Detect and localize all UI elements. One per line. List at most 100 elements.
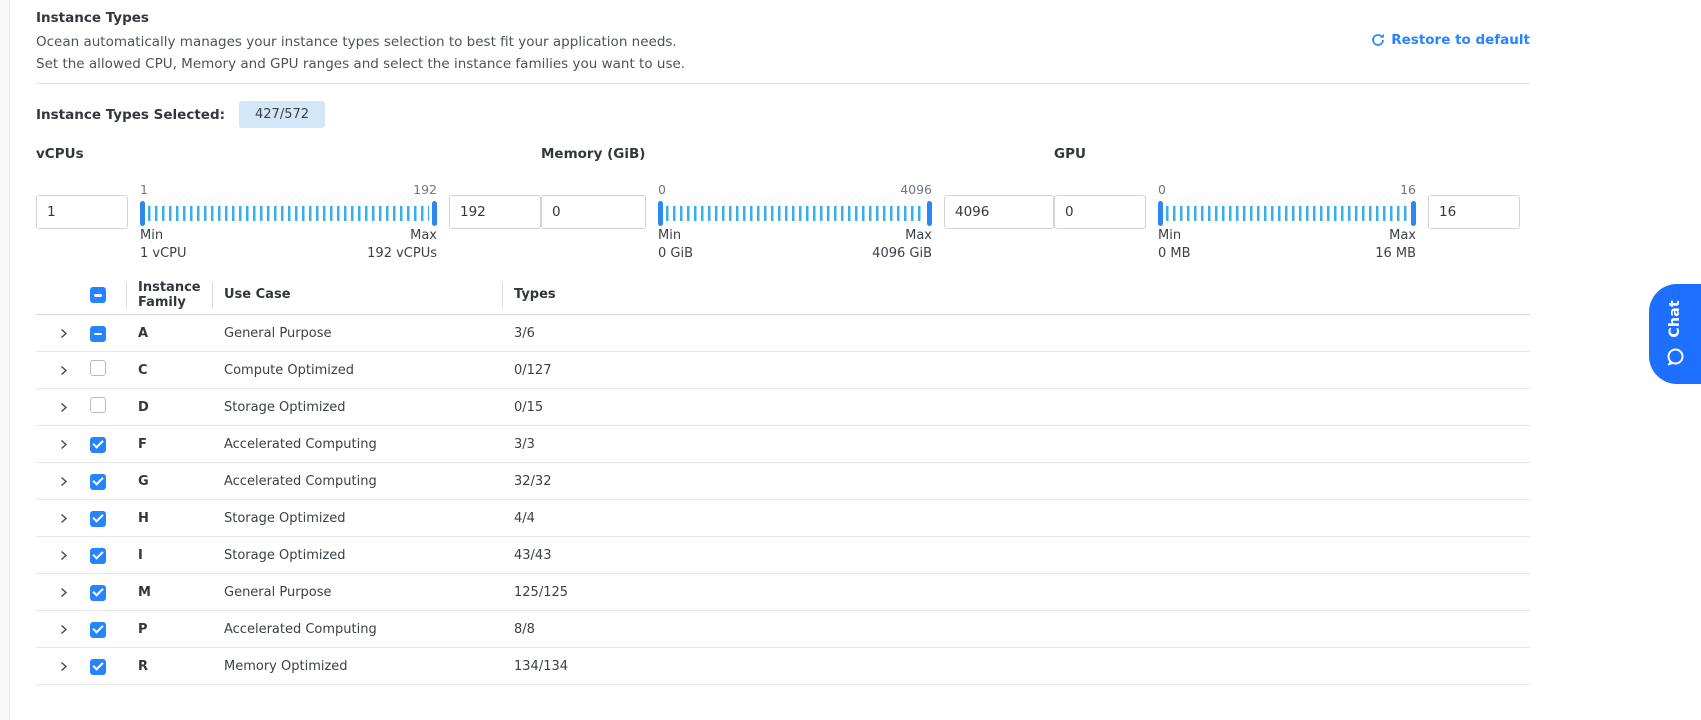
- gpu-scale-labels: 0 16: [1158, 182, 1416, 197]
- table-header-row: Instance Family Use Case Types: [36, 275, 1530, 315]
- gpu-scale-min: 0: [1158, 182, 1166, 197]
- select-all-checkbox[interactable]: [90, 287, 106, 303]
- expand-chevron-icon[interactable]: [58, 513, 69, 524]
- vcpus-slider-track[interactable]: [140, 200, 437, 226]
- table-row[interactable]: I Storage Optimized 43/43: [36, 537, 1530, 574]
- memory-max-input[interactable]: [944, 195, 1054, 229]
- table-row[interactable]: D Storage Optimized 0/15: [36, 389, 1530, 426]
- vcpus-max-input[interactable]: [449, 195, 541, 229]
- types-count-value: 3/3: [502, 437, 1530, 452]
- memory-min-input[interactable]: [541, 195, 646, 229]
- use-case-value: Compute Optimized: [212, 363, 502, 378]
- types-count-value: 125/125: [502, 585, 1530, 600]
- chat-widget-tab[interactable]: Chat: [1649, 284, 1701, 384]
- table-row[interactable]: F Accelerated Computing 3/3: [36, 426, 1530, 463]
- expand-chevron-icon[interactable]: [58, 476, 69, 487]
- row-checkbox[interactable]: [90, 548, 106, 564]
- expand-chevron-icon[interactable]: [58, 439, 69, 450]
- vcpus-min-input[interactable]: [36, 195, 128, 229]
- gpu-minmax-labels: Min Max: [1158, 228, 1416, 243]
- vcpus-max-handle[interactable]: [432, 201, 437, 226]
- header-text-block: Instance Types Ocean automatically manag…: [36, 10, 685, 75]
- selected-count-badge: 427/572: [239, 101, 325, 128]
- gpu-max-label: Max: [1389, 228, 1416, 243]
- chat-bubble-icon: [1664, 346, 1686, 368]
- use-case-value: Accelerated Computing: [212, 437, 502, 452]
- table-row[interactable]: H Storage Optimized 4/4: [36, 500, 1530, 537]
- table-row[interactable]: C Compute Optimized 0/127: [36, 352, 1530, 389]
- instance-family-value: G: [126, 474, 212, 489]
- row-checkbox[interactable]: [90, 585, 106, 601]
- table-row[interactable]: P Accelerated Computing 8/8: [36, 611, 1530, 648]
- row-checkbox[interactable]: [90, 474, 106, 490]
- types-count-value: 0/15: [502, 400, 1530, 415]
- row-checkbox[interactable]: [90, 397, 106, 413]
- use-case-value: General Purpose: [212, 585, 502, 600]
- gpu-slider-ticks[interactable]: [1166, 206, 1408, 221]
- expand-chevron-icon[interactable]: [58, 587, 69, 598]
- memory-min-label: Min: [658, 228, 681, 243]
- memory-max-label: Max: [905, 228, 932, 243]
- memory-slider-track[interactable]: [658, 200, 932, 226]
- gpu-max-sub: 16 MB: [1375, 246, 1416, 261]
- types-count-value: 8/8: [502, 622, 1530, 637]
- vcpus-min-handle[interactable]: [140, 201, 145, 226]
- instance-family-value: P: [126, 622, 212, 637]
- header-types: Types: [502, 287, 1530, 302]
- chat-label: Chat: [1667, 300, 1683, 338]
- table-row[interactable]: M General Purpose 125/125: [36, 574, 1530, 611]
- table-body: A General Purpose 3/6 C Compute Optimize…: [36, 315, 1530, 685]
- types-count-value: 134/134: [502, 659, 1530, 674]
- gpu-max-input[interactable]: [1428, 195, 1520, 229]
- section-header: Instance Types Ocean automatically manag…: [36, 10, 1530, 75]
- memory-max-sub: 4096 GiB: [872, 246, 932, 261]
- expand-chevron-icon[interactable]: [58, 402, 69, 413]
- vcpus-scale-max: 192: [413, 182, 437, 197]
- gpu-min-input[interactable]: [1054, 195, 1146, 229]
- instance-families-table: Instance Family Use Case Types A General…: [36, 275, 1530, 685]
- restore-to-default-label: Restore to default: [1391, 32, 1530, 48]
- memory-slider-ticks[interactable]: [666, 206, 924, 221]
- row-checkbox[interactable]: [90, 659, 106, 675]
- expand-chevron-icon[interactable]: [58, 365, 69, 376]
- types-count-value: 32/32: [502, 474, 1530, 489]
- expand-chevron-icon[interactable]: [58, 661, 69, 672]
- instance-family-value: R: [126, 659, 212, 674]
- gpu-max-handle[interactable]: [1411, 201, 1416, 226]
- expand-chevron-icon[interactable]: [58, 624, 69, 635]
- row-checkbox[interactable]: [90, 437, 106, 453]
- row-checkbox[interactable]: [90, 326, 106, 342]
- memory-minmax-labels: Min Max: [658, 228, 932, 243]
- memory-max-handle[interactable]: [927, 201, 932, 226]
- header-divider: [36, 83, 1530, 84]
- row-checkbox[interactable]: [90, 511, 106, 527]
- instance-family-value: I: [126, 548, 212, 563]
- expand-chevron-icon[interactable]: [58, 328, 69, 339]
- use-case-value: Storage Optimized: [212, 548, 502, 563]
- memory-scale-min: 0: [658, 182, 666, 197]
- use-case-value: Storage Optimized: [212, 511, 502, 526]
- row-checkbox[interactable]: [90, 622, 106, 638]
- instance-types-selected-label: Instance Types Selected:: [36, 107, 225, 123]
- vcpus-slider-ticks[interactable]: [148, 206, 429, 221]
- gpu-scale-max: 16: [1400, 182, 1416, 197]
- memory-min-handle[interactable]: [658, 201, 663, 226]
- vcpus-slider-group: vCPUs 1 192 Min Max: [36, 146, 541, 261]
- table-row[interactable]: R Memory Optimized 134/134: [36, 648, 1530, 685]
- use-case-value: General Purpose: [212, 326, 502, 341]
- gpu-min-handle[interactable]: [1158, 201, 1163, 226]
- table-row[interactable]: G Accelerated Computing 32/32: [36, 463, 1530, 500]
- vcpus-max-label: Max: [410, 228, 437, 243]
- table-row[interactable]: A General Purpose 3/6: [36, 315, 1530, 352]
- types-count-value: 4/4: [502, 511, 1530, 526]
- row-checkbox[interactable]: [90, 360, 106, 376]
- types-count-value: 43/43: [502, 548, 1530, 563]
- gpu-sub-labels: 0 MB 16 MB: [1158, 246, 1416, 261]
- restore-to-default-button[interactable]: Restore to default: [1371, 32, 1530, 48]
- expand-chevron-icon[interactable]: [58, 550, 69, 561]
- panel-left-edge: [0, 0, 10, 720]
- gpu-title: GPU: [1054, 146, 1520, 162]
- types-count-value: 0/127: [502, 363, 1530, 378]
- instance-types-panel: Instance Types Ocean automatically manag…: [36, 0, 1530, 685]
- gpu-slider-track[interactable]: [1158, 200, 1416, 226]
